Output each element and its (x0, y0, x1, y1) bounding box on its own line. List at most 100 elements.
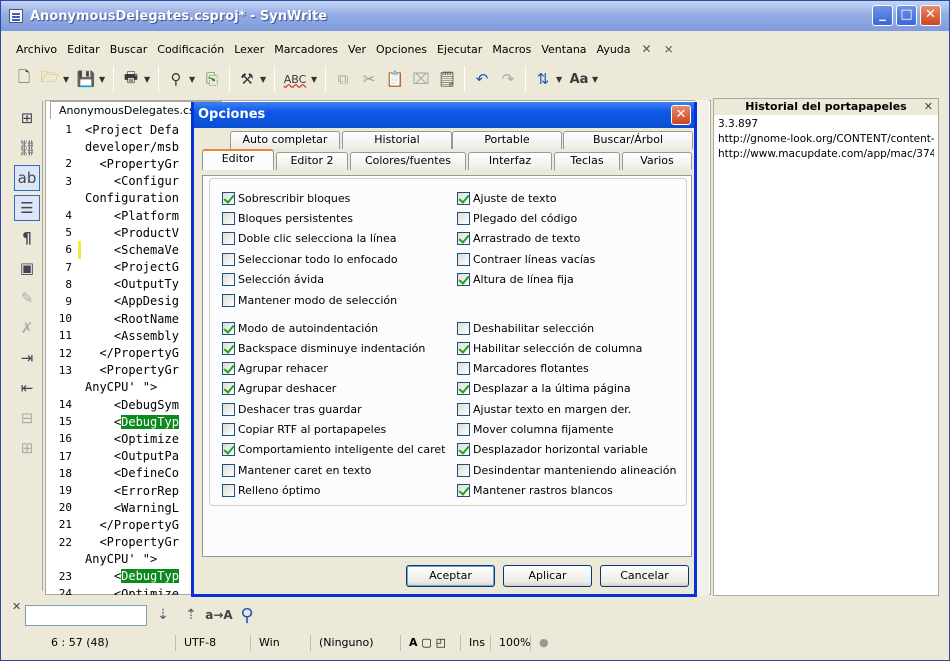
font-icon[interactable]: A ▢ ◰ (401, 635, 461, 651)
checkbox-box[interactable] (457, 321, 470, 335)
checkbox-box[interactable] (222, 423, 235, 436)
chevron-down-icon[interactable]: ▼ (311, 75, 321, 84)
option-checkbox[interactable]: Sobrescribir bloques (222, 190, 350, 206)
status-mode[interactable]: Ins (461, 635, 491, 651)
find-next-icon[interactable]: ⇣ (151, 607, 175, 623)
tree-icon[interactable]: ⊞ (14, 105, 40, 131)
menu-item[interactable]: Ayuda (592, 43, 636, 56)
tab-front-2[interactable]: Colores/fuentes (350, 152, 466, 170)
option-checkbox[interactable]: Selección ávida (222, 272, 324, 288)
checkbox-box[interactable] (457, 252, 470, 266)
menu-item[interactable]: Opciones (371, 43, 432, 56)
clipboard-item[interactable]: http://gnome-look.org/CONTENT/content-fi… (718, 133, 934, 148)
tab-back-3[interactable]: Buscar/Árbol (563, 131, 693, 149)
tab-back-1[interactable]: Historial (342, 131, 452, 149)
spell-ab-icon[interactable]: ab (14, 165, 40, 191)
open-folder-icon[interactable]: 🗁 (38, 67, 62, 91)
checkbox-box[interactable] (222, 483, 235, 497)
option-checkbox[interactable]: Marcadores flotantes (457, 361, 589, 377)
checkbox-box[interactable] (222, 232, 235, 246)
checkbox-box[interactable] (222, 273, 235, 287)
image-icon[interactable]: ▣ (14, 255, 40, 281)
close-button[interactable]: ✕ (920, 5, 941, 26)
indent-icon[interactable]: ⇥ (14, 345, 40, 371)
tab-front-4[interactable]: Teclas (554, 152, 620, 170)
close-icon[interactable]: ✕ (924, 99, 933, 115)
spellcheck-icon[interactable]: ABC (280, 67, 310, 91)
project-icon[interactable]: ⛓ (14, 135, 40, 161)
checkbox-box[interactable] (222, 341, 235, 355)
chevron-down-icon[interactable]: ▼ (556, 75, 566, 84)
menu-item[interactable]: Macros (487, 43, 536, 56)
checkbox-box[interactable] (457, 232, 470, 246)
binoculars-icon[interactable]: ⚲ (164, 67, 188, 91)
option-checkbox[interactable]: Ajuste de texto (457, 190, 557, 206)
checkbox-box[interactable] (222, 402, 235, 416)
apply-button[interactable]: Aplicar (503, 565, 592, 587)
minimize-button[interactable]: _ (872, 5, 893, 26)
clipboard-icon[interactable]: 🗒 (435, 67, 459, 91)
menu-item[interactable]: Marcadores (269, 43, 343, 56)
menu-item[interactable]: Codificación (152, 43, 229, 56)
print-icon[interactable]: 🖶 (119, 67, 143, 91)
checkbox-box[interactable] (222, 293, 235, 307)
close-icon[interactable]: ✕ (12, 600, 21, 613)
option-checkbox[interactable]: Mantener modo de selección (222, 292, 397, 308)
search-icon[interactable]: ⚲ (235, 605, 259, 626)
checkbox-box[interactable] (222, 382, 235, 396)
chevron-down-icon[interactable]: ▼ (592, 75, 602, 84)
option-checkbox[interactable]: Contraer líneas vacías (457, 251, 595, 267)
checkbox-box[interactable] (457, 341, 470, 355)
option-checkbox[interactable]: Plegado del código (457, 210, 577, 226)
chevron-down-icon[interactable]: ▼ (144, 75, 154, 84)
replace-case-button[interactable]: a→A (205, 608, 232, 622)
export-icon[interactable]: ⎘ (200, 67, 224, 91)
bookmark-clear-icon[interactable]: ✗ (14, 315, 40, 341)
clipboard-item[interactable]: 3.3.897 (718, 118, 934, 133)
option-checkbox[interactable]: Relleno óptimo (222, 482, 321, 498)
chevron-down-icon[interactable]: ▼ (99, 75, 109, 84)
option-checkbox[interactable]: Deshacer tras guardar (222, 401, 362, 417)
checkbox-box[interactable] (457, 463, 470, 477)
option-checkbox[interactable]: Desplazador horizontal variable (457, 442, 648, 458)
find-input[interactable] (25, 604, 147, 626)
close-all-icon[interactable]: ⨯ (658, 42, 680, 56)
close-document-icon[interactable]: ✕ (636, 42, 658, 56)
option-checkbox[interactable]: Habilitar selección de columna (457, 340, 642, 356)
menu-item[interactable]: Lexer (229, 43, 269, 56)
redo-icon[interactable]: ↷ (496, 67, 520, 91)
unfold-icon[interactable]: ⊞ (14, 435, 40, 461)
checkbox-box[interactable] (457, 211, 470, 225)
option-checkbox[interactable]: Doble clic selecciona la línea (222, 231, 397, 247)
checkbox-box[interactable] (222, 321, 235, 335)
sort-icon[interactable]: ⇅ (531, 67, 555, 91)
font-case-icon[interactable]: Aa (567, 67, 591, 91)
checkbox-box[interactable] (222, 252, 235, 266)
option-checkbox[interactable]: Desplazar a la última página (457, 381, 631, 397)
tab-back-0[interactable]: Auto completar (230, 131, 340, 149)
menu-item[interactable]: Buscar (105, 43, 153, 56)
list-icon[interactable]: ☰ (14, 195, 40, 221)
new-file-icon[interactable]: 🗋 (12, 67, 36, 91)
option-checkbox[interactable]: Copiar RTF al portapapeles (222, 422, 386, 438)
cut-icon[interactable]: ✂ (357, 67, 381, 91)
checkbox-box[interactable] (222, 191, 235, 205)
option-checkbox[interactable]: Mover columna fijamente (457, 422, 614, 438)
menu-item[interactable]: Ver (343, 43, 371, 56)
checkbox-box[interactable] (457, 273, 470, 287)
status-eol[interactable]: Win (251, 635, 311, 651)
tab-front-0[interactable]: Editor (202, 149, 274, 170)
option-checkbox[interactable]: Bloques persistentes (222, 210, 353, 226)
tab-front-3[interactable]: Interfaz (468, 152, 552, 170)
delete-icon[interactable]: ⌧ (409, 67, 433, 91)
save-icon[interactable]: 💾 (74, 67, 98, 91)
chevron-down-icon[interactable]: ▼ (189, 75, 199, 84)
option-checkbox[interactable]: Deshabilitar selección (457, 320, 594, 336)
cancel-button[interactable]: Cancelar (600, 565, 689, 587)
option-checkbox[interactable]: Ajustar texto en margen der. (457, 401, 631, 417)
status-lexer[interactable]: (Ninguno) (311, 635, 401, 651)
paste-icon[interactable]: 📋 (383, 67, 407, 91)
status-encoding[interactable]: UTF-8 (176, 635, 251, 651)
maximize-button[interactable]: □ (896, 5, 917, 26)
tools-icon[interactable]: ⚒ (235, 67, 259, 91)
